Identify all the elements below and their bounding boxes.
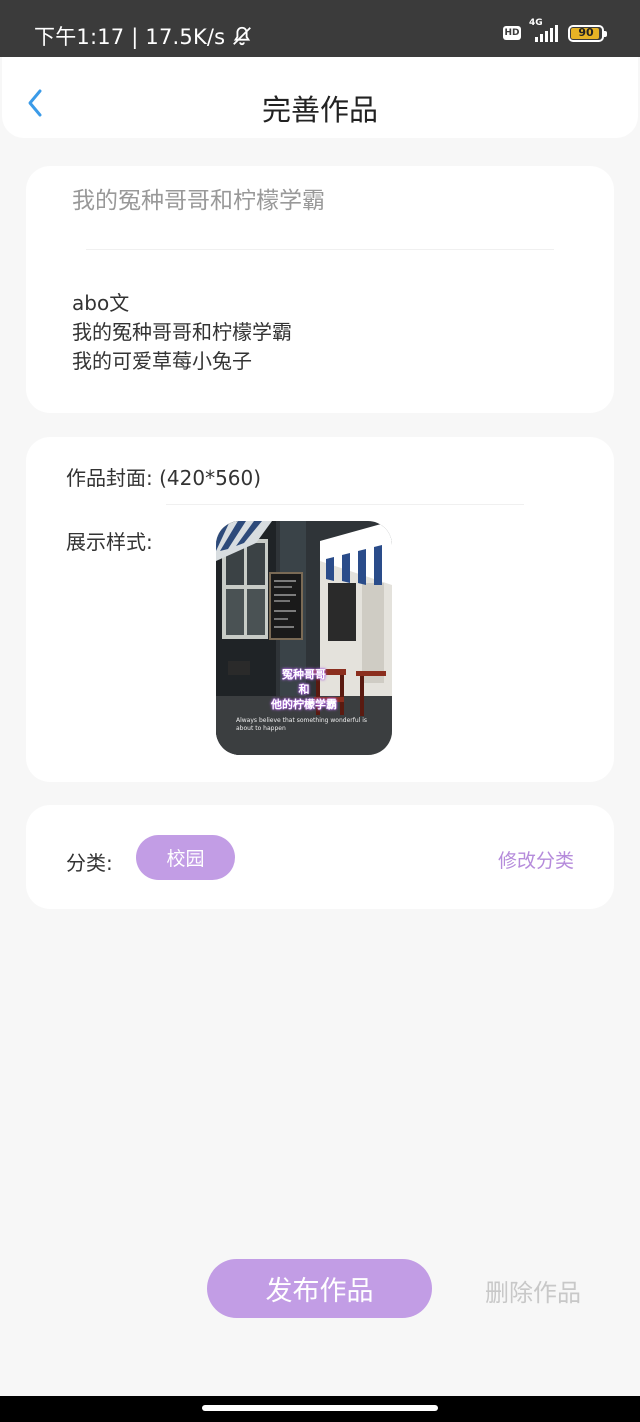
divider xyxy=(166,504,524,505)
modify-category-link[interactable]: 修改分类 xyxy=(498,846,574,873)
page-title: 完善作品 xyxy=(261,93,378,127)
signal-icon: 4G xyxy=(529,18,558,42)
battery-level: 90 xyxy=(578,25,594,39)
status-time-text: 下午1:17 | 17.5K/s xyxy=(34,25,226,49)
divider xyxy=(86,249,554,250)
work-title-input[interactable] xyxy=(72,188,542,214)
gesture-bar xyxy=(0,1396,640,1422)
battery-icon: 90 xyxy=(568,24,607,42)
mute-bell-icon xyxy=(233,26,252,46)
cover-image[interactable]: 冤种哥哥 和 他的柠檬学霸 Always believe that someth… xyxy=(216,521,392,755)
delete-button[interactable]: 删除作品 xyxy=(485,1273,581,1308)
nav-bar: 完善作品 xyxy=(2,57,638,138)
category-chip[interactable]: 校园 xyxy=(136,835,235,880)
cover-label: 作品封面: (420*560) xyxy=(66,466,262,490)
publish-button[interactable]: 发布作品 xyxy=(207,1259,432,1318)
status-icons: HD 4G 90 xyxy=(503,18,607,42)
work-description[interactable]: abo文 我的冤种哥哥和柠檬学霸 我的可爱草莓小兔子 xyxy=(72,289,292,376)
cover-card: 作品封面: (420*560) 展示样式: 冤种哥哥 和 他的柠檬学霸 Alwa… xyxy=(26,437,614,782)
status-bar: 下午1:17 | 17.5K/s HD 4G 90 xyxy=(0,0,640,57)
status-time-speed: 下午1:17 | 17.5K/s xyxy=(34,21,253,51)
home-indicator[interactable] xyxy=(202,1405,438,1411)
cover-title-line: 他的柠檬学霸 xyxy=(271,698,337,711)
cover-overlay-title: 冤种哥哥 和 他的柠檬学霸 xyxy=(216,667,392,712)
category-card: 分类: 校园 修改分类 xyxy=(26,805,614,909)
network-type-label: 4G xyxy=(529,18,543,28)
cover-title-line: 冤种哥哥 xyxy=(282,668,326,681)
hd-icon: HD xyxy=(503,26,521,40)
work-info-card: abo文 我的冤种哥哥和柠檬学霸 我的可爱草莓小兔子 xyxy=(26,166,614,413)
category-label: 分类: xyxy=(66,851,113,875)
display-style-label: 展示样式: xyxy=(66,530,153,554)
cover-caption: Always believe that something wonderful … xyxy=(236,717,368,732)
cover-title-line: 和 xyxy=(298,683,310,696)
